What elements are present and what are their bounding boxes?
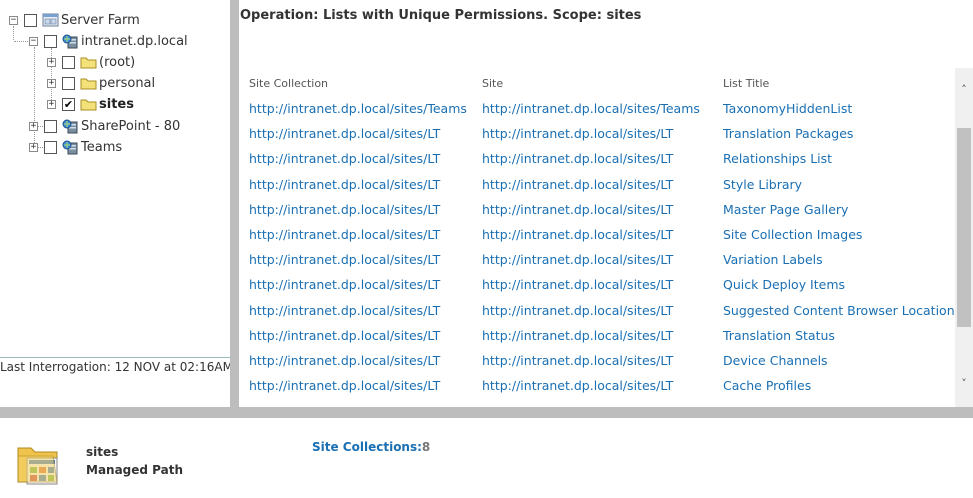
site-link[interactable]: http://intranet.dp.local/sites/LT bbox=[482, 227, 673, 242]
site-collections-link[interactable]: Site Collections:8 bbox=[312, 440, 430, 454]
table-row: http://intranet.dp.local/sites/LT http://… bbox=[0, 147, 955, 172]
list-title-link[interactable]: Cache Profiles bbox=[723, 378, 811, 393]
tree-node-root[interactable]: + (root) bbox=[47, 52, 135, 72]
tree-node-label: intranet.dp.local bbox=[81, 33, 188, 49]
site-collection-link[interactable]: http://intranet.dp.local/sites/Teams bbox=[249, 101, 467, 116]
vertical-scrollbar[interactable]: ˄ ˅ bbox=[955, 68, 973, 408]
site-link[interactable]: http://intranet.dp.local/sites/LT bbox=[482, 303, 673, 318]
tree-node-label: personal bbox=[99, 75, 156, 91]
tree-node-web-app[interactable]: − intranet.dp.local bbox=[29, 31, 188, 51]
site-link[interactable]: http://intranet.dp.local/sites/LT bbox=[482, 378, 673, 393]
table-row: http://intranet.dp.local/sites/LT http://… bbox=[0, 324, 955, 349]
chevron-down-icon[interactable]: ˅ bbox=[955, 376, 973, 392]
selected-item-name: sites bbox=[86, 445, 119, 459]
list-title-link[interactable]: Relationships List bbox=[723, 151, 832, 166]
site-collection-link[interactable]: http://intranet.dp.local/sites/LT bbox=[249, 328, 440, 343]
site-collection-link[interactable]: http://intranet.dp.local/sites/LT bbox=[249, 227, 440, 242]
site-collection-link[interactable]: http://intranet.dp.local/sites/LT bbox=[249, 126, 440, 141]
selected-item-type: Managed Path bbox=[86, 463, 184, 477]
site-link[interactable]: http://intranet.dp.local/sites/LT bbox=[482, 126, 673, 141]
list-title-link[interactable]: Device Channels bbox=[723, 353, 828, 368]
site-collections-count: 8 bbox=[421, 440, 431, 454]
tree-node-personal[interactable]: + personal bbox=[47, 73, 155, 93]
list-title-link[interactable]: Master Page Gallery bbox=[723, 202, 848, 217]
site-link[interactable]: http://intranet.dp.local/sites/LT bbox=[482, 177, 673, 192]
site-link[interactable]: http://intranet.dp.local/sites/LT bbox=[482, 277, 673, 292]
operation-title: Operation: Lists with Unique Permissions… bbox=[240, 8, 642, 23]
table-row: http://intranet.dp.local/sites/LT http://… bbox=[0, 273, 955, 298]
list-title-link[interactable]: Variation Labels bbox=[723, 252, 823, 267]
table-row: http://intranet.dp.local/sites/LT http://… bbox=[0, 374, 955, 399]
table-row: http://intranet.dp.local/sites/LT http://… bbox=[0, 198, 955, 223]
site-collection-link[interactable]: http://intranet.dp.local/sites/LT bbox=[249, 353, 440, 368]
list-title-link[interactable]: Style Library bbox=[723, 177, 802, 192]
tree-node-label: Server Farm bbox=[61, 12, 140, 28]
list-title-link[interactable]: Translation Status bbox=[723, 328, 835, 343]
tree-node-label: (root) bbox=[99, 54, 136, 70]
column-header-site[interactable]: Site bbox=[482, 77, 503, 90]
site-collection-link[interactable]: http://intranet.dp.local/sites/LT bbox=[249, 252, 440, 267]
chevron-up-icon[interactable]: ˄ bbox=[955, 82, 973, 98]
site-collections-label[interactable]: Site Collections: bbox=[312, 440, 422, 454]
server-farm-icon bbox=[42, 13, 59, 26]
site-collection-link[interactable]: http://intranet.dp.local/sites/LT bbox=[249, 277, 440, 292]
site-link[interactable]: http://intranet.dp.local/sites/LT bbox=[482, 202, 673, 217]
table-row: http://intranet.dp.local/sites/Teams http… bbox=[0, 97, 955, 122]
collapse-icon[interactable]: − bbox=[29, 36, 38, 46]
column-header-site-collection[interactable]: Site Collection bbox=[249, 77, 328, 90]
site-collection-link[interactable]: http://intranet.dp.local/sites/LT bbox=[249, 151, 440, 166]
site-collection-link[interactable]: http://intranet.dp.local/sites/LT bbox=[249, 177, 440, 192]
tree-node-server-farm[interactable]: − Server Farm bbox=[9, 10, 140, 30]
list-title-link[interactable]: Site Collection Images bbox=[723, 227, 862, 242]
table-row: http://intranet.dp.local/sites/LT http://… bbox=[0, 299, 961, 324]
managed-path-folder-icon bbox=[17, 447, 58, 485]
collapse-icon[interactable]: − bbox=[9, 15, 18, 25]
site-link[interactable]: http://intranet.dp.local/sites/LT bbox=[482, 353, 673, 368]
site-link[interactable]: http://intranet.dp.local/sites/LT bbox=[482, 151, 673, 166]
table-row: http://intranet.dp.local/sites/LT http://… bbox=[0, 248, 955, 273]
tree-checkbox[interactable] bbox=[62, 76, 75, 90]
column-header-list-title[interactable]: List Title bbox=[723, 77, 769, 90]
list-title-link[interactable]: Translation Packages bbox=[723, 126, 853, 141]
table-row: http://intranet.dp.local/sites/LT http://… bbox=[0, 349, 955, 374]
site-collection-link[interactable]: http://intranet.dp.local/sites/LT bbox=[249, 303, 440, 318]
list-title-link[interactable]: TaxonomyHiddenList bbox=[723, 101, 852, 116]
tree-checkbox[interactable] bbox=[24, 13, 37, 27]
table-row: http://intranet.dp.local/sites/LT http://… bbox=[0, 122, 955, 147]
folder-icon bbox=[80, 78, 97, 89]
scrollbar-thumb[interactable] bbox=[957, 128, 971, 327]
table-row: http://intranet.dp.local/sites/LT http://… bbox=[0, 173, 955, 198]
list-title-link[interactable]: Suggested Content Browser Locations bbox=[723, 303, 961, 318]
web-application-icon bbox=[62, 34, 78, 48]
site-collection-link[interactable]: http://intranet.dp.local/sites/LT bbox=[249, 202, 440, 217]
tree-checkbox[interactable] bbox=[62, 55, 75, 69]
site-link[interactable]: http://intranet.dp.local/sites/LT bbox=[482, 328, 673, 343]
site-collection-link[interactable]: http://intranet.dp.local/sites/LT bbox=[249, 378, 440, 393]
expand-icon[interactable]: + bbox=[47, 57, 56, 67]
list-title-link[interactable]: Quick Deploy Items bbox=[723, 277, 845, 292]
horizontal-splitter[interactable] bbox=[0, 407, 973, 418]
site-link[interactable]: http://intranet.dp.local/sites/Teams bbox=[482, 101, 700, 116]
expand-icon[interactable]: + bbox=[47, 78, 56, 88]
folder-icon bbox=[80, 57, 97, 68]
table-row: http://intranet.dp.local/sites/LT http://… bbox=[0, 223, 955, 248]
site-link[interactable]: http://intranet.dp.local/sites/LT bbox=[482, 252, 673, 267]
tree-checkbox[interactable] bbox=[44, 34, 57, 48]
